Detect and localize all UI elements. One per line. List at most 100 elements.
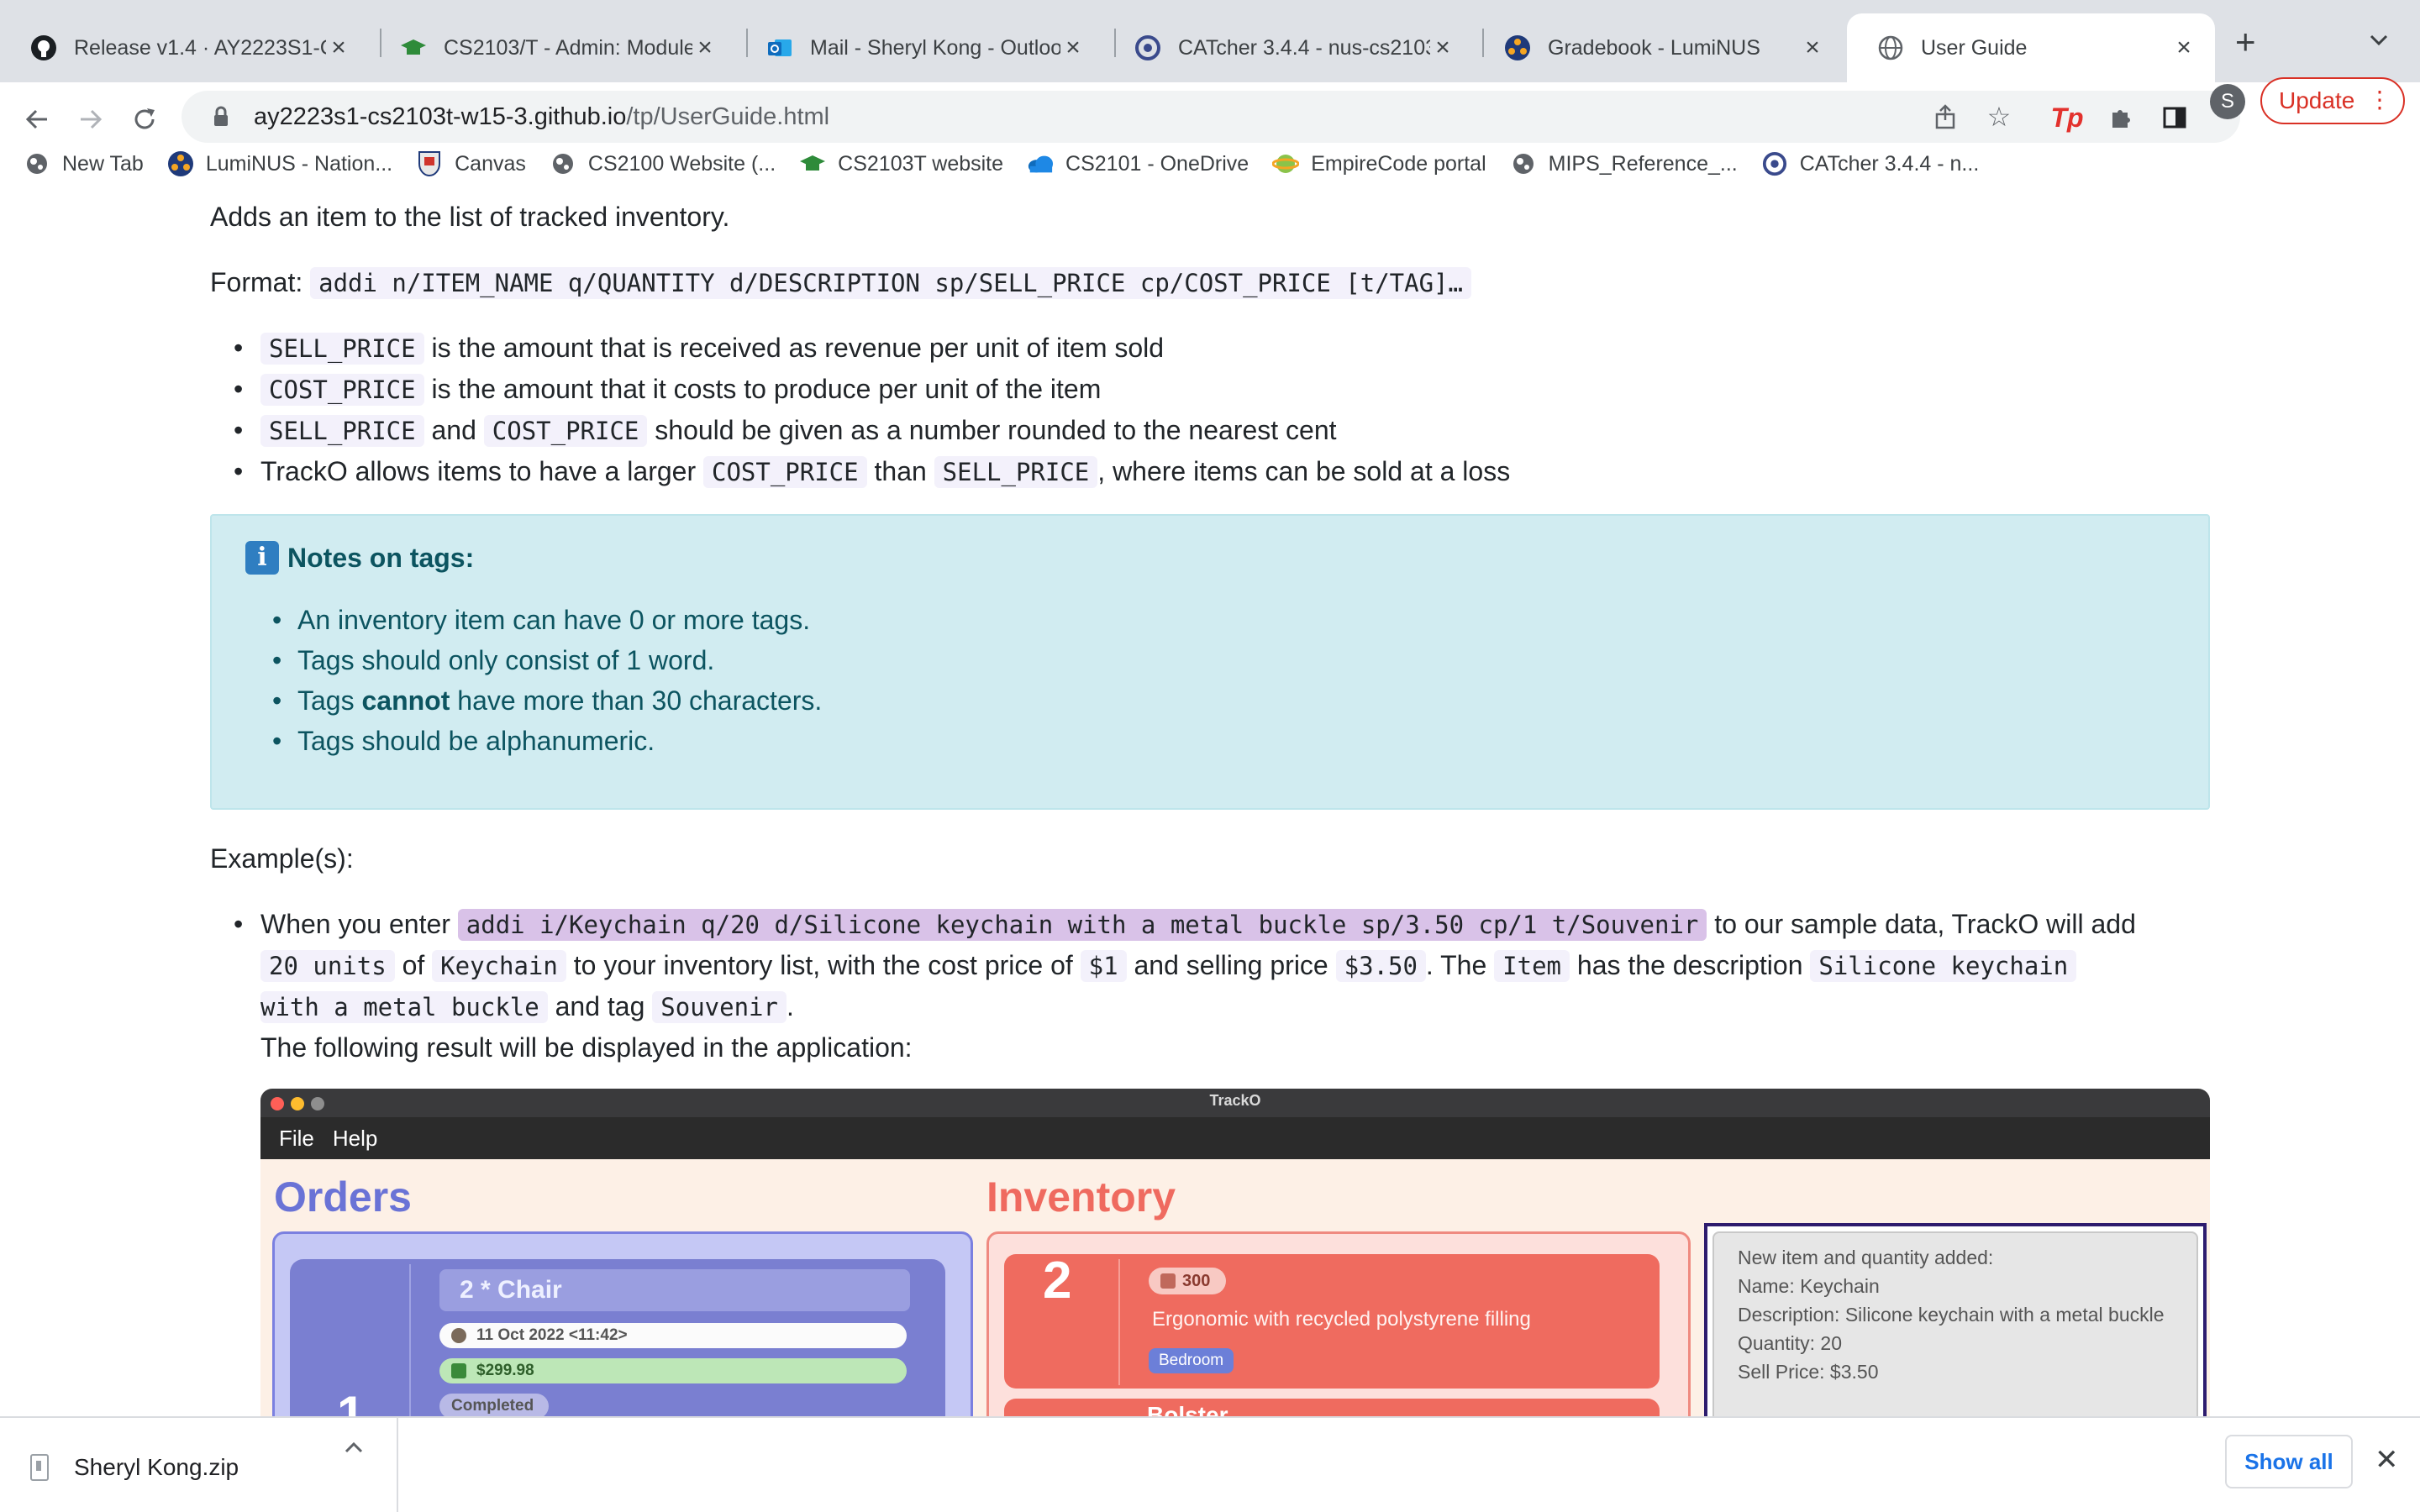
inline-code: $1	[1080, 950, 1127, 982]
puzzle-extensions-icon[interactable]	[2102, 99, 2139, 136]
globe-icon	[1510, 150, 1537, 177]
bullet-text: is the amount that it costs to produce p…	[424, 374, 1102, 404]
example-text: .	[786, 991, 794, 1021]
example-continuation: with a metal buckle and tag Souvenir.	[260, 986, 2136, 1027]
bookmark-cs2101[interactable]: CS2101 - OneDrive	[1027, 150, 1249, 177]
list-item: SELL_PRICE is the amount that is receive…	[234, 328, 1510, 369]
examples-heading: Example(s):	[210, 843, 354, 874]
divider	[397, 1418, 398, 1512]
item-description: Ergonomic with recycled polystyrene fill…	[1152, 1308, 1531, 1331]
orders-title: Orders	[274, 1173, 412, 1221]
example-text: of	[394, 950, 433, 980]
url-text: ay2223s1-cs2103t-w15-3.github.io/tp/User…	[254, 103, 829, 131]
app-menu-help: Help	[332, 1125, 378, 1151]
format-line: Format: addi n/ITEM_NAME q/QUANTITY d/DE…	[210, 262, 1471, 303]
order-card: 1 2 * Chair 11 Oct 2022 <11:42> $299.98 …	[290, 1259, 945, 1416]
lock-icon[interactable]	[207, 106, 235, 128]
crest-icon	[416, 150, 443, 177]
order-status-pill: Completed	[439, 1394, 549, 1416]
close-icon[interactable]: ×	[2171, 34, 2196, 62]
url-path: /tp/UserGuide.html	[626, 102, 830, 130]
tab-catcher[interactable]: CATcher 3.4.4 - nus-cs2103 ×	[1104, 13, 1474, 82]
app-menubar: File Help	[260, 1117, 2210, 1159]
address-bar[interactable]: ay2223s1-cs2103t-w15-3.github.io/tp/User…	[182, 91, 2240, 143]
update-label: Update	[2279, 87, 2355, 113]
close-icon[interactable]: ×	[326, 34, 351, 62]
file-icon	[30, 1454, 49, 1481]
show-all-button[interactable]: Show all	[2225, 1435, 2353, 1488]
bookmark-empirecode[interactable]: EmpireCode portal	[1272, 150, 1486, 177]
more-vert-icon[interactable]: ⋮	[2368, 86, 2391, 113]
format-code: addi n/ITEM_NAME q/QUANTITY d/DESCRIPTIO…	[310, 267, 1471, 299]
close-icon[interactable]: ×	[1430, 34, 1455, 62]
chevron-down-icon[interactable]	[2370, 29, 2388, 52]
side-panel-icon[interactable]	[2156, 99, 2193, 136]
inline-code: SELL_PRICE	[260, 333, 424, 365]
bookmark-label: CS2103T website	[838, 151, 1004, 176]
star-icon[interactable]: ☆	[1983, 101, 2015, 133]
example-command: addi i/Keychain q/20 d/Silicone keychain…	[457, 909, 1707, 941]
inline-code: COST_PRICE	[703, 456, 867, 488]
catcher-icon	[1761, 150, 1788, 177]
download-filename: Sheryl Kong.zip	[74, 1454, 239, 1480]
result-line: Name: Keychain	[1738, 1275, 1880, 1297]
download-bar: Sheryl Kong.zip Show all ✕	[0, 1416, 2420, 1512]
bookmark-cs2100[interactable]: CS2100 Website (...	[550, 150, 776, 177]
order-name: 2 * Chair	[439, 1269, 910, 1311]
close-icon[interactable]: ×	[1060, 34, 1086, 62]
list-item: TrackO allows items to have a larger COS…	[234, 451, 1510, 492]
tab-gradebook[interactable]: Gradebook - LumiNUS ×	[1474, 13, 1844, 82]
luminus-icon	[167, 150, 194, 177]
list-item: An inventory item can have 0 or more tag…	[272, 600, 822, 640]
page-viewport[interactable]: Adds an item to the list of tracked inve…	[0, 186, 2420, 1416]
inline-code: COST_PRICE	[260, 374, 424, 406]
bookmark-cs2103t[interactable]: CS2103T website	[799, 150, 1003, 177]
result-line: New item and quantity added:	[1738, 1247, 1994, 1268]
result-box: New item and quantity added: Name: Keych…	[1712, 1231, 2198, 1416]
bookmark-mips[interactable]: MIPS_Reference_...	[1510, 150, 1738, 177]
avatar[interactable]: S	[2210, 84, 2245, 119]
inline-code: Keychain	[432, 950, 566, 982]
tags-note-box: i Notes on tags: An inventory item can h…	[210, 514, 2210, 810]
note-text: Tags	[297, 685, 362, 716]
back-arrow-icon[interactable]	[17, 99, 57, 139]
luminus-icon	[1504, 34, 1531, 61]
inline-code: $3.50	[1335, 950, 1426, 982]
tab-outlook[interactable]: Mail - Sheryl Kong - Outlook ×	[736, 13, 1104, 82]
bookmark-label: CS2101 - OneDrive	[1065, 151, 1249, 176]
app-titlebar: TrackO	[260, 1089, 2210, 1117]
tab-strip: Release v1.4 · AY2223S1-CS2103T × CS2103…	[0, 0, 2420, 82]
share-icon[interactable]	[1929, 101, 1961, 133]
graduation-cap-icon	[400, 34, 427, 61]
app-menu-file: File	[279, 1125, 314, 1151]
bookmark-new-tab[interactable]: New Tab	[24, 150, 144, 177]
tab-user-guide[interactable]: User Guide ×	[1847, 13, 2215, 82]
reload-icon[interactable]	[124, 99, 165, 139]
order-index: 1	[337, 1386, 366, 1416]
intro-text: Adds an item to the list of tracked inve…	[210, 202, 730, 232]
forward-arrow-icon[interactable]	[71, 99, 111, 139]
close-icon[interactable]: ✕	[2375, 1443, 2399, 1477]
new-tab-plus-icon[interactable]: +	[2235, 22, 2256, 62]
inventory-card: Bolster	[1004, 1399, 1660, 1416]
tp-extension-icon[interactable]: Tp	[2049, 99, 2086, 136]
chevron-up-icon[interactable]	[345, 1433, 363, 1459]
bullet-text: is the amount that is received as revenu…	[424, 333, 1165, 363]
inline-code: SELL_PRICE	[260, 415, 424, 447]
bookmark-canvas[interactable]: Canvas	[416, 150, 526, 177]
update-button[interactable]: Update ⋮	[2260, 77, 2405, 124]
item-quantity-pill: 300	[1149, 1268, 1226, 1294]
tab-release[interactable]: Release v1.4 · AY2223S1-CS2103T ×	[0, 13, 370, 82]
order-price: $299.98	[476, 1362, 534, 1379]
bullet-text: TrackO allows items to have a larger	[260, 456, 703, 486]
tab-admin-module[interactable]: CS2103/T - Admin: Module ×	[370, 13, 736, 82]
tracko-app-screenshot: TrackO File Help Orders Inventory 1 2 * …	[260, 1089, 2210, 1416]
price-bullets: SELL_PRICE is the amount that is receive…	[234, 328, 1510, 492]
example-text: When you enter	[260, 909, 458, 939]
info-icon: i	[245, 541, 279, 575]
bookmark-luminus[interactable]: LumiNUS - Nation...	[167, 150, 392, 177]
example-text: and tag	[547, 991, 653, 1021]
close-icon[interactable]: ×	[1800, 34, 1825, 62]
bookmark-catcher[interactable]: CATcher 3.4.4 - n...	[1761, 150, 1979, 177]
close-icon[interactable]: ×	[692, 34, 718, 62]
